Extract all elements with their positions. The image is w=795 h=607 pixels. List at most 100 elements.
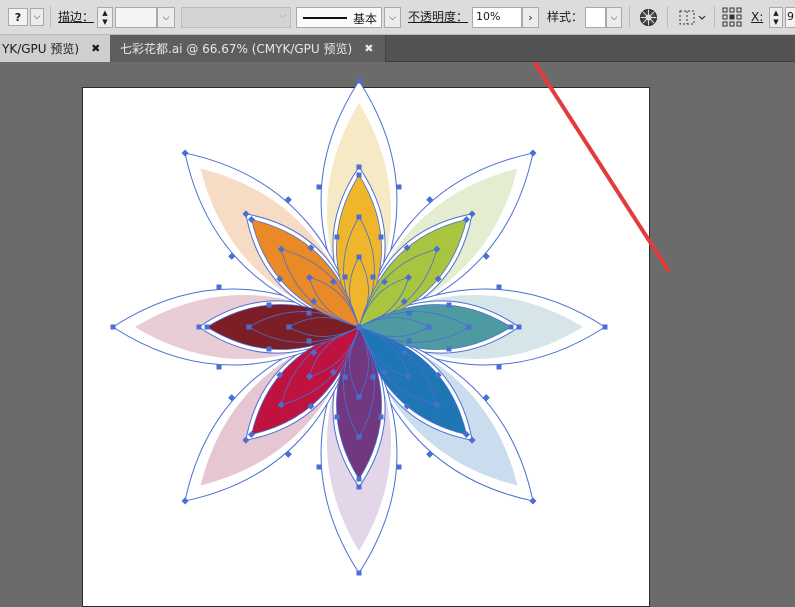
close-icon[interactable]: ✖ [364,42,373,55]
anchor-point [496,284,502,290]
x-input[interactable]: 9 [785,7,795,28]
separator [714,6,715,28]
anchor-point [316,464,322,470]
anchor-point [216,364,222,370]
anchor-point [204,324,210,330]
anchor-point [316,184,322,190]
annotation-layer [531,62,670,272]
anchor-point [406,338,412,344]
anchor-point [342,374,348,380]
anchor-point [356,164,362,170]
tab-label: YK/GPU 预览) [2,42,80,56]
anchor-point [356,570,362,576]
separator [667,6,668,28]
anchor-point [266,302,272,308]
anchor-point [396,464,402,470]
anchor-point [356,434,362,440]
stroke-weight-dropdown[interactable]: ⌵ [157,7,175,28]
chevron-down-icon: ⌵ [610,12,618,23]
opacity-input[interactable]: 10% [472,7,522,28]
anchor-point [334,234,340,240]
stroke-weight-stepper[interactable]: ▲ ▼ [97,7,113,28]
anchor-point [396,184,402,190]
style-label: 样式： [547,10,584,24]
anchor-point [356,484,362,490]
close-icon[interactable]: ✖ [91,42,100,55]
anchor-point [356,172,362,178]
anchor-point [356,78,362,84]
anchor-point [466,324,472,330]
brush-dropdown[interactable]: ⌵ [384,7,401,28]
separator [629,6,630,28]
anchor-point [110,324,116,330]
anchor-point [286,324,292,330]
chevron-right-icon: › [528,11,533,24]
reference-grid-icon [722,7,742,27]
anchor-point [266,346,272,352]
opacity-expand-button[interactable]: › [522,7,539,28]
anchor-point [370,374,376,380]
anchor-point [342,274,348,280]
opacity-label[interactable]: 不透明度： [408,9,468,25]
anchor-point [356,254,362,260]
variable-width-profile[interactable]: ⌵ [181,7,291,28]
anchor-point [356,476,362,482]
anchor-point [370,274,376,280]
anchor-point [356,394,362,400]
tab-document-1[interactable]: YK/GPU 预览) ✖ [0,35,110,62]
anchor-point [406,310,412,316]
anchor-point [426,324,432,330]
anchor-point [378,414,384,420]
align-options-icon[interactable] [678,8,708,27]
chevron-down-icon: ⌵ [389,12,396,23]
annotation-arrow-shaft [531,62,670,272]
separator [50,6,51,28]
color-wheel-icon [640,9,657,26]
stroke-label[interactable]: 描边： [58,9,94,25]
brush-stroke-line [303,17,347,19]
anchor-point [516,324,522,330]
fill-swatch[interactable]: ? [8,8,28,26]
anchor-point [196,324,202,330]
anchor-point [216,284,222,290]
anchor-point [602,324,608,330]
reference-point-icon[interactable] [722,6,742,28]
tab-label: 七彩花都.ai @ 66.67% (CMYK/GPU 预览) [120,42,353,56]
flower-artwork[interactable] [110,78,608,576]
recolor-artwork-icon[interactable] [638,7,659,28]
graphic-style-swatch[interactable] [585,7,606,28]
stepper-down-icon: ▼ [773,17,779,26]
anchor-point [246,324,252,330]
anchor-point [334,414,340,420]
anchor-point [306,338,312,344]
document-tab-bar: YK/GPU 预览) ✖ 七彩花都.ai @ 66.67% (CMYK/GPU … [0,35,795,62]
stepper-up-icon: ▲ [102,8,108,17]
control-bar: ? ⌵ 描边： ▲ ▼ ⌵ ⌵ 基本 ⌵ 不透明度： 10% › 样式： ⌵ X… [0,0,795,35]
graphic-style-dropdown[interactable]: ⌵ [606,7,622,28]
anchor-point [508,324,514,330]
center-anchor [356,324,362,330]
tab-document-2[interactable]: 七彩花都.ai @ 66.67% (CMYK/GPU 预览) ✖ [110,35,386,62]
chevron-down-icon: ⌵ [33,12,41,22]
anchor-point [356,214,362,220]
stroke-weight-input[interactable] [115,7,157,28]
anchor-point [306,310,312,316]
opacity-value: 10% [476,10,501,23]
anchor-point [378,234,384,240]
x-value: 9 [787,10,794,23]
fill-dropdown[interactable]: ⌵ [30,8,44,26]
dashed-grid-icon [679,10,706,25]
x-label: X: [751,10,764,24]
fill-swatch-label: ? [14,10,22,24]
brush-style-label: 基本 [353,12,378,26]
x-stepper[interactable]: ▲ ▼ [769,7,783,28]
brush-definition[interactable]: 基本 [296,7,382,28]
anchor-point [446,302,452,308]
stepper-up-icon: ▲ [773,8,779,17]
canvas-artwork [110,62,670,576]
chevron-down-icon: ⌵ [162,12,170,23]
anchor-point [496,364,502,370]
anchor-point [446,346,452,352]
stepper-down-icon: ▼ [102,17,108,26]
chevron-down-icon: ⌵ [279,11,286,21]
